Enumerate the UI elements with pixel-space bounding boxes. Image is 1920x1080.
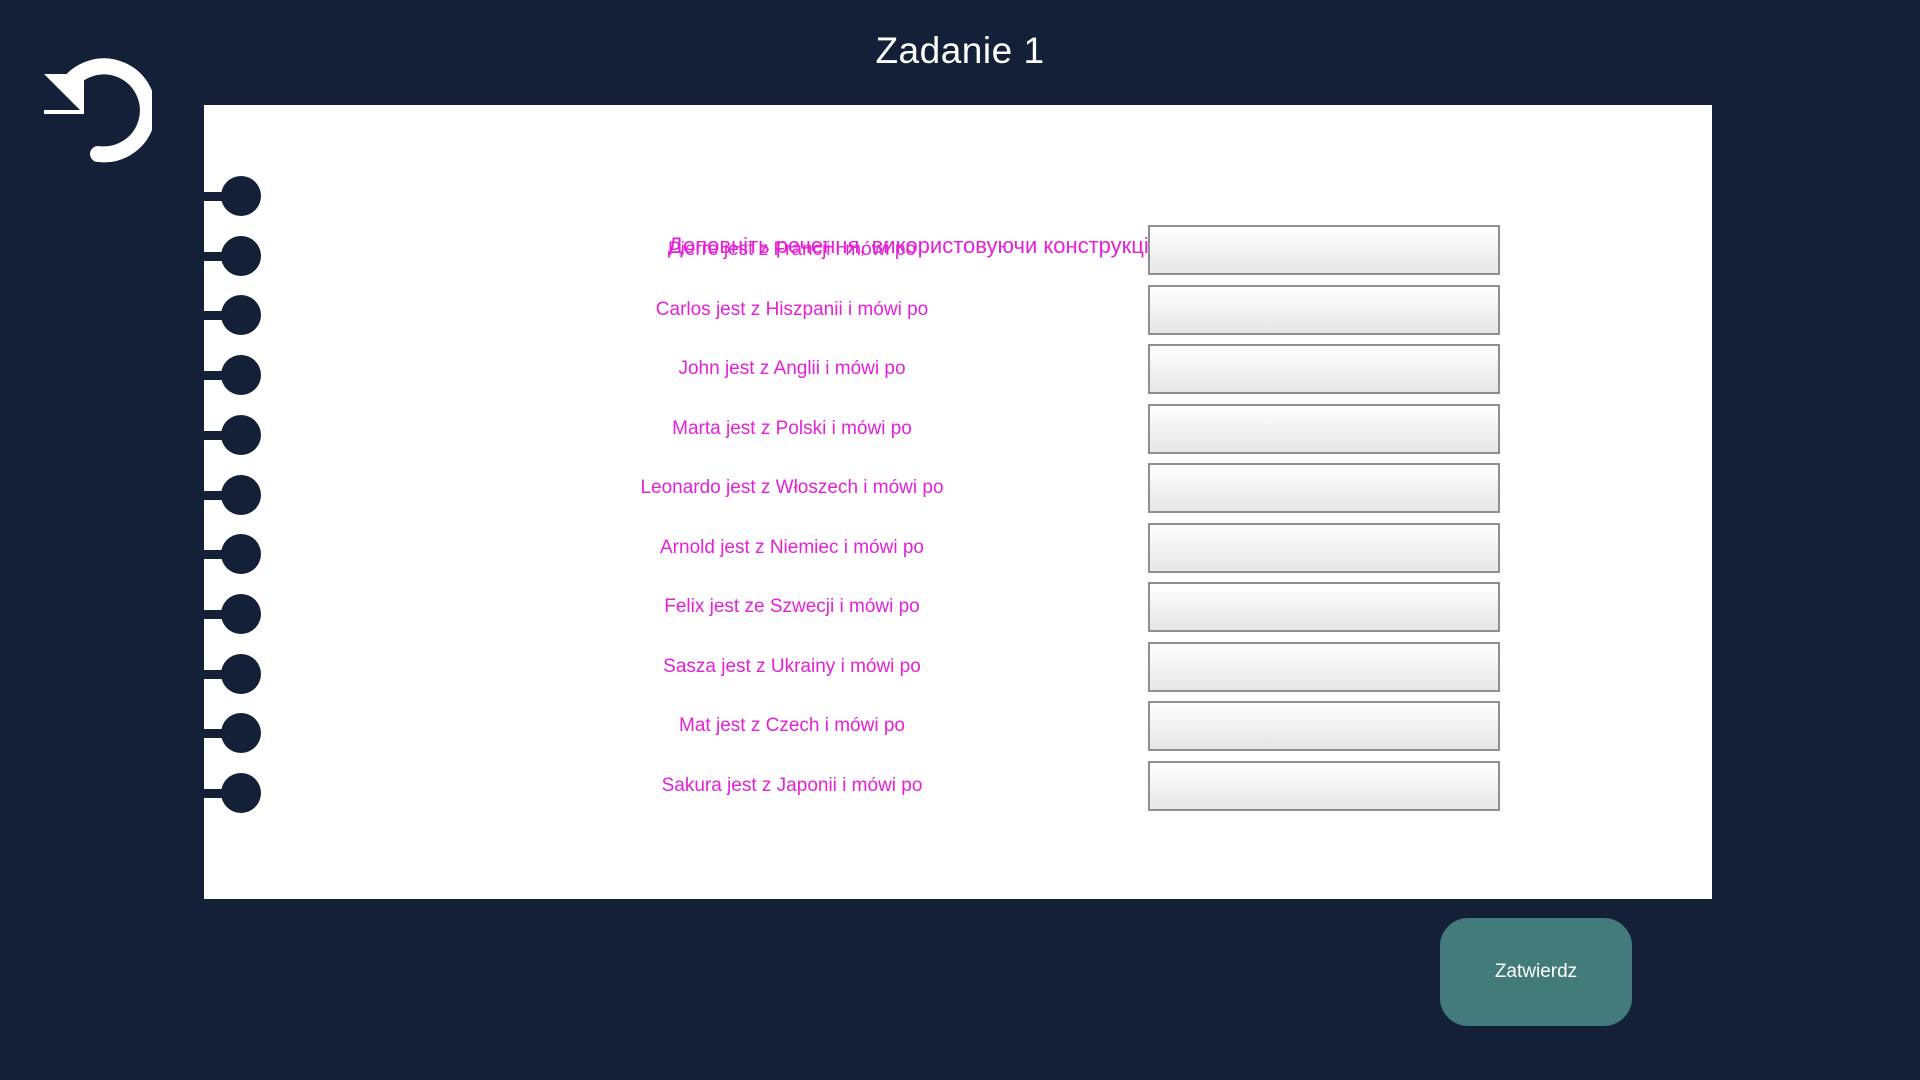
answer-input[interactable] <box>1148 404 1500 454</box>
binding-ring <box>204 411 264 459</box>
exercise-prompt: Sasza jest z Ukrainy i mówi po <box>663 656 921 677</box>
exercise-row: Arnold jest z Niemiec i mówi po <box>204 523 1712 573</box>
binding-ring <box>204 291 264 339</box>
exercise-prompt: Felix jest ze Szwecji i mówi po <box>664 596 920 617</box>
exercise-sheet: Доповніть речення, використовуючи констр… <box>204 105 1712 899</box>
binding-ring <box>204 530 264 578</box>
exercise-row: Carlos jest z Hiszpanii i mówi po <box>204 285 1712 335</box>
exercise-row: Felix jest ze Szwecji i mówi po <box>204 582 1712 632</box>
exercise-row: Leonardo jest z Włoszech i mówi po <box>204 463 1712 513</box>
exercise-row: Pierre jest z Francji i mówi po <box>204 225 1712 275</box>
answer-input[interactable] <box>1148 523 1500 573</box>
exercise-row: John jest z Anglii i mówi po <box>204 344 1712 394</box>
binding-ring <box>204 351 264 399</box>
answer-input[interactable] <box>1148 642 1500 692</box>
submit-button[interactable]: Zatwierdz <box>1440 918 1632 1026</box>
binding-ring <box>204 590 264 638</box>
answer-input[interactable] <box>1148 285 1500 335</box>
binding-ring <box>204 650 264 698</box>
exercise-prompt: Sakura jest z Japonii i mówi po <box>661 775 923 796</box>
exercise-rows: Pierre jest z Francji i mówi po Carlos j… <box>204 105 1712 899</box>
exercise-row: Sasza jest z Ukrainy i mówi po <box>204 642 1712 692</box>
exercise-prompt: Arnold jest z Niemiec i mówi po <box>660 537 924 558</box>
answer-input[interactable] <box>1148 582 1500 632</box>
page-title: Zadanie 1 <box>875 30 1045 71</box>
notebook-binding <box>204 172 264 822</box>
app-screen: Zadanie 1 Доповніть речення, використову… <box>0 0 1920 1080</box>
binding-ring <box>204 232 264 280</box>
answer-input[interactable] <box>1148 761 1500 811</box>
exercise-prompt: Marta jest z Polski i mówi po <box>672 418 912 439</box>
exercise-prompt: John jest z Anglii i mówi po <box>678 358 906 379</box>
binding-ring <box>204 769 264 817</box>
exercise-row: Mat jest z Czech i mówi po <box>204 701 1712 751</box>
binding-ring <box>204 172 264 220</box>
exercise-prompt: Leonardo jest z Włoszech i mówi po <box>640 477 944 498</box>
exercise-prompt: Mat jest z Czech i mówi po <box>679 715 905 736</box>
answer-input[interactable] <box>1148 701 1500 751</box>
exercise-prompt: Carlos jest z Hiszpanii i mówi po <box>655 299 929 320</box>
answer-input[interactable] <box>1148 463 1500 513</box>
binding-ring <box>204 471 264 519</box>
answer-input[interactable] <box>1148 344 1500 394</box>
exercise-row: Marta jest z Polski i mówi po <box>204 404 1712 454</box>
exercise-row: Sakura jest z Japonii i mówi po <box>204 761 1712 811</box>
exercise-prompt: Pierre jest z Francji i mówi po <box>667 239 917 260</box>
answer-input[interactable] <box>1148 225 1500 275</box>
binding-ring <box>204 709 264 757</box>
